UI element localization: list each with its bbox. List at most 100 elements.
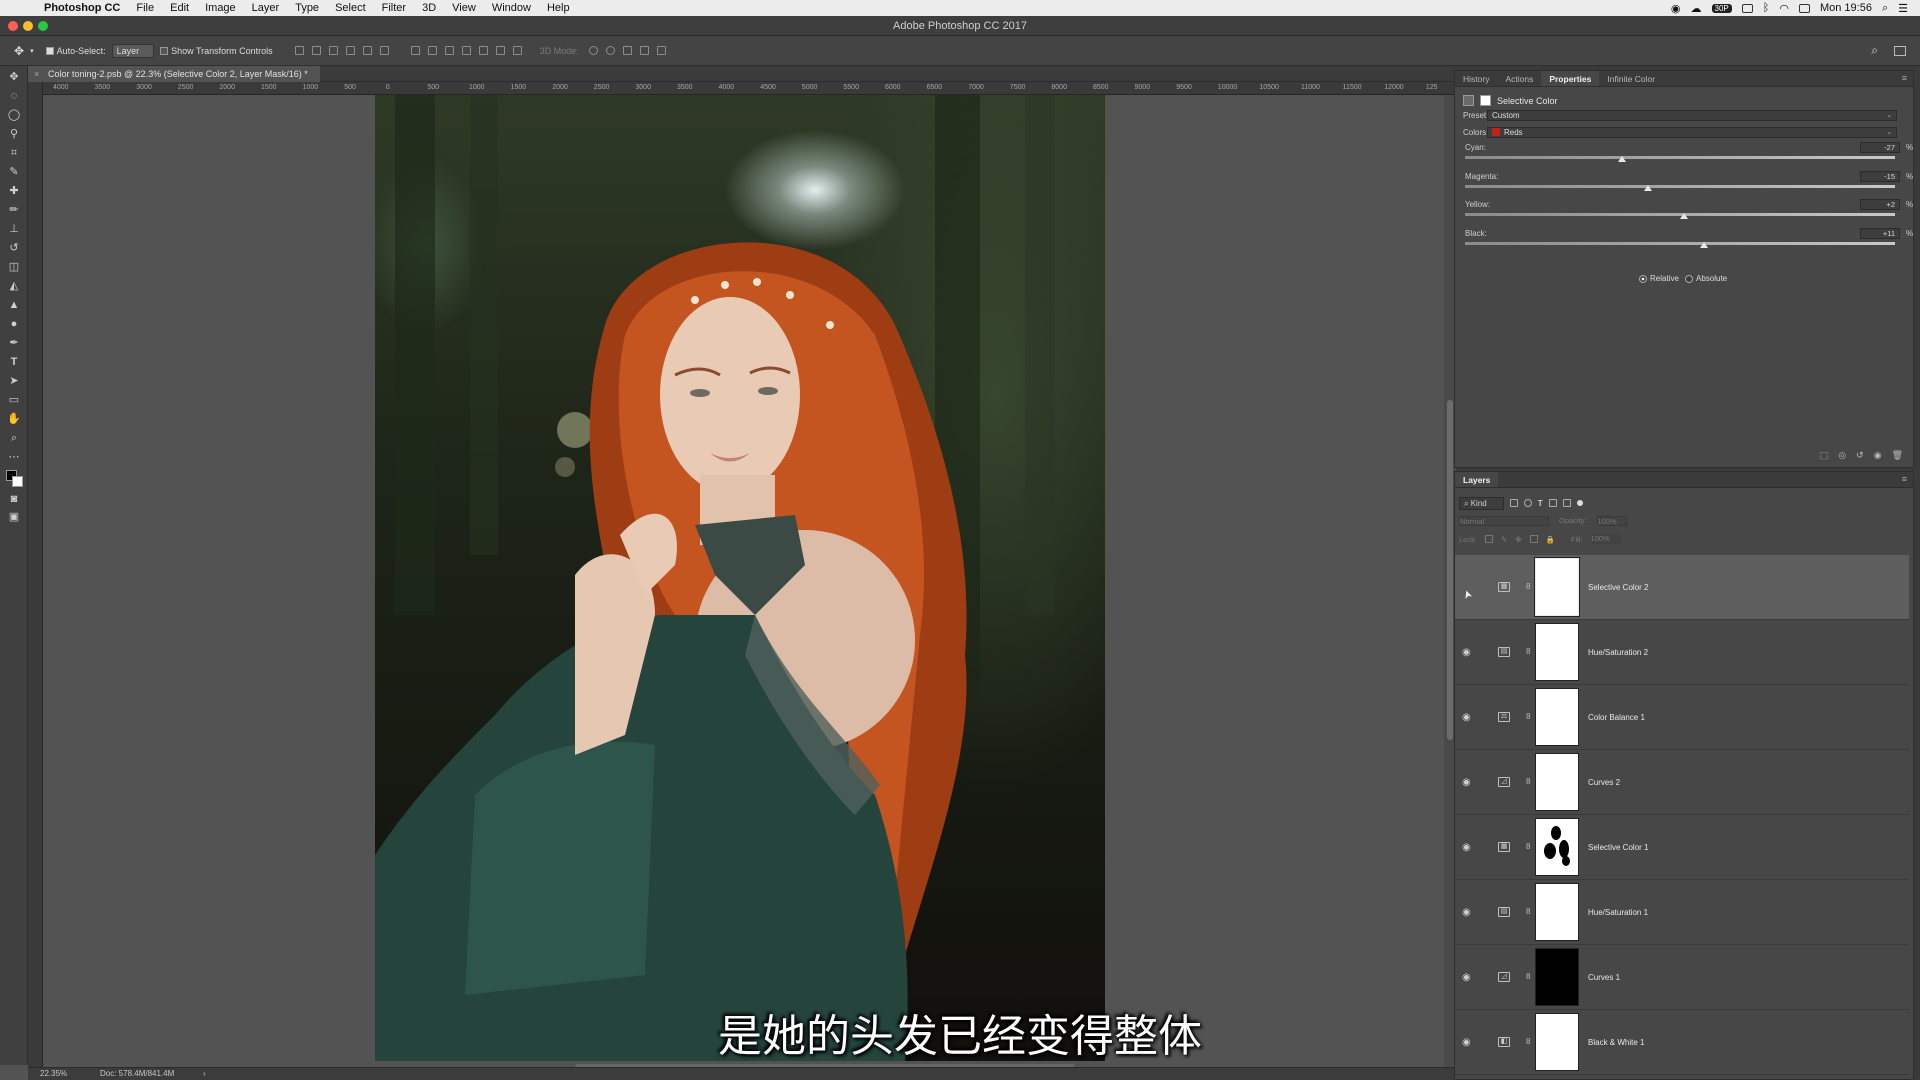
link-chain-icon[interactable]: 8 bbox=[1526, 842, 1530, 851]
document-image[interactable] bbox=[375, 95, 1105, 1061]
layer-row[interactable]: ◉ ◿ 8 Curves 2 bbox=[1455, 750, 1909, 815]
shape-filter-icon[interactable] bbox=[1548, 499, 1557, 507]
distribute-left-icon[interactable] bbox=[461, 46, 471, 55]
menu-app[interactable]: Photoshop CC bbox=[36, 0, 128, 16]
type-filter-icon[interactable]: T bbox=[1538, 499, 1543, 508]
marquee-tool-icon[interactable]: ◌ bbox=[7, 89, 21, 103]
lock-pixels-icon[interactable]: ✎ bbox=[1501, 535, 1507, 544]
distribute-top-icon[interactable] bbox=[410, 46, 420, 55]
menu-filter[interactable]: Filter bbox=[374, 0, 414, 16]
menu-view[interactable]: View bbox=[444, 0, 484, 16]
eye-icon[interactable]: ◉ bbox=[1462, 777, 1471, 788]
auto-align-icon[interactable] bbox=[512, 46, 522, 55]
close-window-icon[interactable] bbox=[8, 21, 18, 31]
healing-brush-tool-icon[interactable]: ✚ bbox=[7, 184, 21, 198]
layer-row[interactable]: ◉ ◿ 8 Curves 1 bbox=[1455, 945, 1909, 1010]
menu-layer[interactable]: Layer bbox=[244, 0, 288, 16]
3d-slide-icon[interactable] bbox=[639, 46, 649, 55]
filter-kind-dropdown[interactable]: ⌕ Kind bbox=[1459, 496, 1504, 510]
type-tool-icon[interactable]: T bbox=[7, 355, 21, 369]
link-chain-icon[interactable]: 8 bbox=[1526, 1037, 1530, 1046]
mask-icon[interactable] bbox=[1480, 95, 1491, 106]
layer-row[interactable]: ◉ ⚖ 8 Color Balance 1 bbox=[1455, 685, 1909, 750]
rectangle-tool-icon[interactable]: ▭ bbox=[7, 393, 21, 407]
menu-image[interactable]: Image bbox=[197, 0, 244, 16]
document-tab[interactable]: × Color toning-2.psb @ 22.3% (Selective … bbox=[28, 66, 320, 82]
clip-to-layer-icon[interactable]: ⬚ bbox=[1820, 450, 1829, 461]
slider-knob[interactable] bbox=[1680, 213, 1689, 219]
menu-file[interactable]: File bbox=[128, 0, 162, 16]
tab-actions[interactable]: Actions bbox=[1497, 71, 1541, 86]
wifi-icon[interactable]: ◠ bbox=[1779, 2, 1789, 15]
hue-saturation-adjustment-icon[interactable]: ▤ bbox=[1498, 647, 1510, 657]
slider-knob[interactable] bbox=[1617, 156, 1626, 162]
hand-tool-icon[interactable]: ✋ bbox=[7, 412, 21, 426]
lock-all-icon[interactable]: 🔒 bbox=[1546, 535, 1555, 544]
more-tools-icon[interactable]: ⋯ bbox=[7, 450, 21, 464]
layer-row[interactable]: ◉ ▤ 8 Hue/Saturation 1 bbox=[1455, 880, 1909, 945]
move-tool-icon[interactable]: ✥ bbox=[7, 70, 21, 84]
link-chain-icon[interactable]: 8 bbox=[1526, 907, 1530, 916]
slider-track[interactable] bbox=[1465, 184, 1895, 188]
layer-mask-thumbnail[interactable] bbox=[1535, 948, 1579, 1006]
auto-select-checkbox[interactable]: Auto-Select: bbox=[45, 46, 106, 56]
vertical-scrollbar-thumb[interactable] bbox=[1447, 400, 1453, 740]
eye-icon[interactable]: ◉ bbox=[1462, 712, 1471, 723]
color-balance-adjustment-icon[interactable]: ⚖ bbox=[1498, 712, 1510, 722]
slider-track[interactable] bbox=[1465, 241, 1895, 245]
link-chain-icon[interactable]: 8 bbox=[1526, 647, 1530, 656]
curves-adjustment-icon[interactable]: ◿ bbox=[1498, 777, 1510, 787]
panel-menu-icon[interactable]: ≡ bbox=[1902, 73, 1907, 83]
layer-mask-thumbnail[interactable] bbox=[1535, 818, 1579, 876]
link-chain-icon[interactable]: 8 bbox=[1526, 582, 1530, 591]
tab-properties[interactable]: Properties bbox=[1541, 71, 1600, 86]
view-previous-icon[interactable]: ◎ bbox=[1838, 450, 1846, 461]
lock-position-icon[interactable]: ✥ bbox=[1515, 535, 1521, 544]
layer-mask-thumbnail[interactable] bbox=[1535, 688, 1579, 746]
brush-tool-icon[interactable]: ✏ bbox=[7, 203, 21, 217]
tab-infinite-color[interactable]: Infinite Color bbox=[1599, 71, 1663, 86]
magic-wand-tool-icon[interactable]: ⚲ bbox=[7, 127, 21, 141]
dodge-tool-icon[interactable]: ● bbox=[7, 317, 21, 331]
minimize-window-icon[interactable] bbox=[23, 21, 33, 31]
clone-stamp-tool-icon[interactable]: ⊥ bbox=[7, 222, 21, 236]
lock-transparency-icon[interactable] bbox=[1484, 535, 1493, 543]
slider-value-input[interactable]: -15 bbox=[1860, 170, 1900, 182]
slider-track[interactable] bbox=[1465, 156, 1895, 159]
3d-rotate-icon[interactable] bbox=[588, 46, 598, 55]
bluetooth-icon[interactable]: ᛒ bbox=[1763, 2, 1770, 14]
distribute-vcenter-icon[interactable] bbox=[427, 46, 437, 55]
link-chain-icon[interactable]: 8 bbox=[1526, 712, 1530, 721]
menu-3d[interactable]: 3D bbox=[414, 0, 444, 16]
quick-mask-icon[interactable]: ◙ bbox=[7, 492, 21, 506]
layer-mask-thumbnail[interactable] bbox=[1535, 753, 1579, 811]
fill-input[interactable]: 100% bbox=[1590, 534, 1621, 544]
workspace-switcher-icon[interactable] bbox=[1894, 45, 1906, 56]
3d-scale-icon[interactable] bbox=[656, 46, 666, 55]
absolute-radio[interactable]: Absolute bbox=[1685, 274, 1727, 283]
layer-row[interactable]: ◉ ▤ 8 Hue/Saturation 2 bbox=[1455, 620, 1909, 685]
align-right-icon[interactable] bbox=[379, 46, 389, 55]
hue-saturation-adjustment-icon[interactable]: ▤ bbox=[1498, 907, 1510, 917]
tab-layers[interactable]: Layers bbox=[1455, 472, 1499, 487]
pen-tool-icon[interactable]: ✒ bbox=[7, 336, 21, 350]
layers-panel-menu-icon[interactable]: ≡ bbox=[1902, 474, 1907, 484]
reset-icon[interactable]: ↺ bbox=[1856, 450, 1864, 461]
eyedropper-tool-icon[interactable]: ✎ bbox=[7, 165, 21, 179]
curves-adjustment-icon[interactable]: ◿ bbox=[1498, 972, 1510, 982]
filter-toggle-icon[interactable] bbox=[1576, 500, 1583, 506]
relative-radio[interactable]: Relative bbox=[1639, 274, 1679, 283]
layer-row[interactable]: ◉ ◧ 8 Black & White 1 bbox=[1455, 1010, 1909, 1075]
distribute-right-icon[interactable] bbox=[495, 46, 505, 55]
align-left-icon[interactable] bbox=[345, 46, 355, 55]
link-chain-icon[interactable]: 8 bbox=[1526, 972, 1530, 981]
menu-edit[interactable]: Edit bbox=[162, 0, 197, 16]
eraser-tool-icon[interactable]: ◫ bbox=[7, 260, 21, 274]
notification-center-icon[interactable]: ☰ bbox=[1898, 2, 1908, 15]
menu-select[interactable]: Select bbox=[327, 0, 374, 16]
history-brush-tool-icon[interactable]: ↺ bbox=[7, 241, 21, 255]
tab-history[interactable]: History bbox=[1455, 71, 1497, 86]
doc-size-info[interactable]: Doc: 578.4M/841.4M bbox=[100, 1068, 174, 1080]
transform-controls-checkbox[interactable]: Show Transform Controls bbox=[160, 46, 273, 56]
opacity-input[interactable]: 100% bbox=[1596, 516, 1627, 526]
